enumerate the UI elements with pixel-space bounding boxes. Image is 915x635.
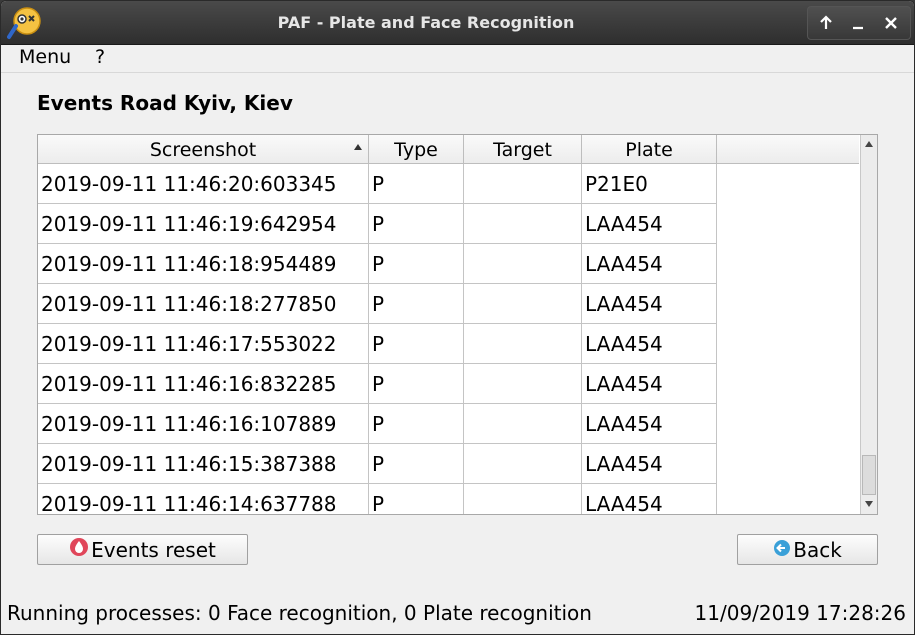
cell-screenshot: 2019-09-11 11:46:15:387388 [38, 444, 369, 484]
cell-plate: LAA454 [582, 324, 717, 364]
cell-target [464, 244, 582, 284]
status-datetime: 11/09/2019 17:28:26 [694, 601, 906, 625]
cell-plate: LAA454 [582, 364, 717, 404]
sort-ascending-icon [354, 144, 362, 150]
cell-type: P [369, 204, 464, 244]
cell-screenshot: 2019-09-11 11:46:19:642954 [38, 204, 369, 244]
cell-type: P [369, 164, 464, 204]
table-row[interactable]: 2019-09-11 11:46:20:603345 P P21E0 [38, 164, 717, 204]
cell-type: P [369, 284, 464, 324]
column-header-type[interactable]: Type [369, 135, 464, 164]
column-header-plate[interactable]: Plate [582, 135, 717, 164]
cell-type: P [369, 444, 464, 484]
events-table: Screenshot Type Target Plate 2019-09-11 … [37, 134, 878, 515]
cell-target [464, 484, 582, 514]
cell-plate: LAA454 [582, 204, 717, 244]
cell-screenshot: 2019-09-11 11:46:18:277850 [38, 284, 369, 324]
column-header-label: Type [394, 138, 438, 161]
cell-target [464, 324, 582, 364]
table-row[interactable]: 2019-09-11 11:46:18:954489 P LAA454 [38, 244, 717, 284]
table-row[interactable]: 2019-09-11 11:46:18:277850 P LAA454 [38, 284, 717, 324]
cell-target [464, 164, 582, 204]
column-header-label: Target [493, 138, 552, 161]
cell-target [464, 364, 582, 404]
cell-type: P [369, 484, 464, 514]
table-header: Screenshot Type Target Plate [38, 135, 859, 164]
back-label: Back [793, 537, 842, 562]
table-row[interactable]: 2019-09-11 11:46:15:387388 P LAA454 [38, 444, 717, 484]
column-header-label: Plate [625, 138, 673, 161]
cell-screenshot: 2019-09-11 11:46:14:637788 [38, 484, 369, 514]
scroll-thumb[interactable] [862, 455, 876, 495]
cell-target [464, 404, 582, 444]
scroll-up-icon[interactable] [865, 141, 873, 147]
cell-plate: P21E0 [582, 164, 717, 204]
status-bar: Running processes: 0 Face recognition, 0… [1, 597, 914, 634]
cell-target [464, 444, 582, 484]
back-button[interactable]: Back [737, 534, 878, 565]
page-title: Events Road Kyiv, Kiev [37, 91, 293, 115]
cell-type: P [369, 404, 464, 444]
menu-item-menu[interactable]: Menu [17, 46, 73, 68]
table-row[interactable]: 2019-09-11 11:46:17:553022 P LAA454 [38, 324, 717, 364]
app-window: PAF - Plate and Face Recognition Menu ? … [0, 0, 915, 635]
scroll-down-icon[interactable] [865, 501, 873, 507]
cell-plate: LAA454 [582, 284, 717, 324]
back-arrow-icon [773, 538, 791, 562]
menu-bar: Menu ? [1, 45, 914, 73]
table-row[interactable]: 2019-09-11 11:46:16:107889 P LAA454 [38, 404, 717, 444]
cell-type: P [369, 324, 464, 364]
column-header-screenshot[interactable]: Screenshot [38, 135, 369, 164]
menu-item-help[interactable]: ? [93, 46, 107, 68]
cell-screenshot: 2019-09-11 11:46:20:603345 [38, 164, 369, 204]
cell-type: P [369, 364, 464, 404]
cell-plate: LAA454 [582, 444, 717, 484]
cell-screenshot: 2019-09-11 11:46:18:954489 [38, 244, 369, 284]
cell-screenshot: 2019-09-11 11:46:17:553022 [38, 324, 369, 364]
cell-screenshot: 2019-09-11 11:46:16:107889 [38, 404, 369, 444]
events-reset-label: Events reset [91, 537, 216, 562]
cell-type: P [369, 244, 464, 284]
close-icon[interactable] [876, 9, 906, 37]
table-row[interactable]: 2019-09-11 11:46:14:637788 P LAA454 [38, 484, 717, 514]
table-body: 2019-09-11 11:46:20:603345 P P21E0 2019-09-… [38, 164, 859, 514]
cell-target [464, 204, 582, 244]
maximize-icon[interactable] [811, 9, 841, 37]
cell-target [464, 284, 582, 324]
column-header-label: Screenshot [149, 138, 257, 161]
running-processes-status: Running processes: 0 Face recognition, 0… [7, 601, 592, 625]
minimize-icon[interactable] [843, 9, 873, 37]
events-reset-button[interactable]: Events reset [37, 534, 248, 565]
column-header-target[interactable]: Target [464, 135, 582, 164]
reset-icon [69, 537, 89, 562]
cell-screenshot: 2019-09-11 11:46:16:832285 [38, 364, 369, 404]
cell-plate: LAA454 [582, 404, 717, 444]
cell-plate: LAA454 [582, 484, 717, 514]
window-title: PAF - Plate and Face Recognition [277, 13, 575, 32]
cell-plate: LAA454 [582, 244, 717, 284]
table-row[interactable]: 2019-09-11 11:46:19:642954 P LAA454 [38, 204, 717, 244]
table-row[interactable]: 2019-09-11 11:46:16:832285 P LAA454 [38, 364, 717, 404]
title-bar[interactable]: PAF - Plate and Face Recognition [1, 1, 914, 45]
vertical-scrollbar[interactable] [860, 135, 877, 514]
